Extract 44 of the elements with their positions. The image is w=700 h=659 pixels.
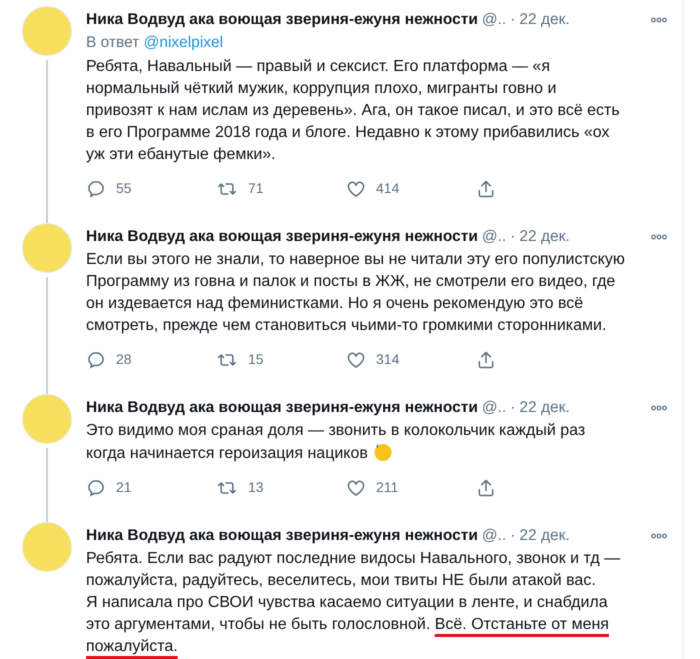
retweet-count: 13 — [248, 478, 264, 497]
more-icon[interactable] — [651, 405, 667, 411]
author-name[interactable]: Ника Водвуд ака воющая звериня-ежуня нежности — [86, 10, 478, 30]
tweet-date[interactable]: 22 дек. — [519, 526, 570, 546]
heart-icon[interactable] — [346, 478, 366, 498]
user-handle[interactable]: @.. — [482, 398, 506, 418]
user-handle[interactable]: @.. — [482, 227, 506, 247]
share-icon[interactable] — [476, 478, 496, 498]
more-icon[interactable] — [651, 17, 667, 23]
user-handle[interactable]: @.. — [482, 526, 506, 546]
mention-link[interactable]: @nixelpixel — [144, 34, 224, 51]
tweet-text: Если вы этого не знали, то наверное вы не читали эту его популистскую Программу из говна и палок и посты в ЖЖ, не смотрели его видео, где он издевается над феминистками. Но я очень рекомендую это всё смотреть, прежде чем становиться чьими-то громкими сторонниками. — [86, 250, 626, 336]
tweet-date[interactable]: 22 дек. — [519, 398, 570, 418]
more-icon[interactable] — [651, 533, 667, 539]
author-name[interactable]: Ника Водвуд ака воющая звериня-ежуня нежности — [86, 526, 478, 546]
like-count: 414 — [376, 179, 400, 198]
separator: · — [510, 227, 516, 247]
tweet-text: Ребята, Навальный — правый и сексист. Его платформа — «я нормальный чёткий мужик, коррупция плохо, мигранты говно и привозят к нам ислам из деревень». Ага, он такое писал, и это всё есть в его Программе 2018 года и блоге. Недавно к этому прибавились «ох уж эти ебанутые фемки». — [86, 57, 621, 165]
retweet-count: 15 — [248, 350, 264, 369]
reply-icon[interactable] — [86, 178, 106, 198]
author-name[interactable]: Ника Водвуд ака воющая звериня-ежуня нежности — [86, 227, 478, 247]
reply-context: В ответ @nixelpixel — [86, 33, 224, 53]
separator: · — [510, 10, 516, 30]
user-handle[interactable]: @.. — [482, 10, 506, 30]
tweet-text: Это видимо моя сраная доля — звонить в колокольчик каждый раз когда начинается героизация нациков — [86, 421, 586, 464]
tweet-text: Ребята. Если вас радуют последние видосы Навального, звонок и тд — пожалуйста, радуйтесь, веселитесь, мои твиты НЕ были атакой вас. Я написала про СВОИ чувства касаемо ситуации в ленте, и снабдила это аргументами, чтобы не быть голословной. Всё. Отстаньте от меня пожалуйста. — [86, 549, 622, 657]
tweet-date[interactable]: 22 дек. — [519, 227, 570, 247]
reply-icon[interactable] — [86, 350, 106, 370]
like-count: 211 — [376, 478, 398, 497]
separator: · — [510, 526, 516, 546]
heart-icon[interactable] — [346, 178, 366, 198]
more-icon[interactable] — [651, 234, 667, 240]
reply-icon[interactable] — [86, 478, 106, 498]
like-count: 314 — [376, 350, 400, 369]
author-name[interactable]: Ника Водвуд ака воющая звериня-ежуня нежности — [86, 398, 478, 418]
tweet-date[interactable]: 22 дек. — [519, 10, 570, 30]
separator: · — [510, 398, 516, 418]
share-icon[interactable] — [476, 178, 496, 198]
reply-count: 21 — [116, 478, 132, 497]
share-icon[interactable] — [476, 350, 496, 370]
reply-count: 28 — [116, 350, 132, 369]
retweet-count: 71 — [248, 179, 264, 198]
heart-icon[interactable] — [346, 350, 366, 370]
reply-count: 55 — [116, 179, 132, 198]
